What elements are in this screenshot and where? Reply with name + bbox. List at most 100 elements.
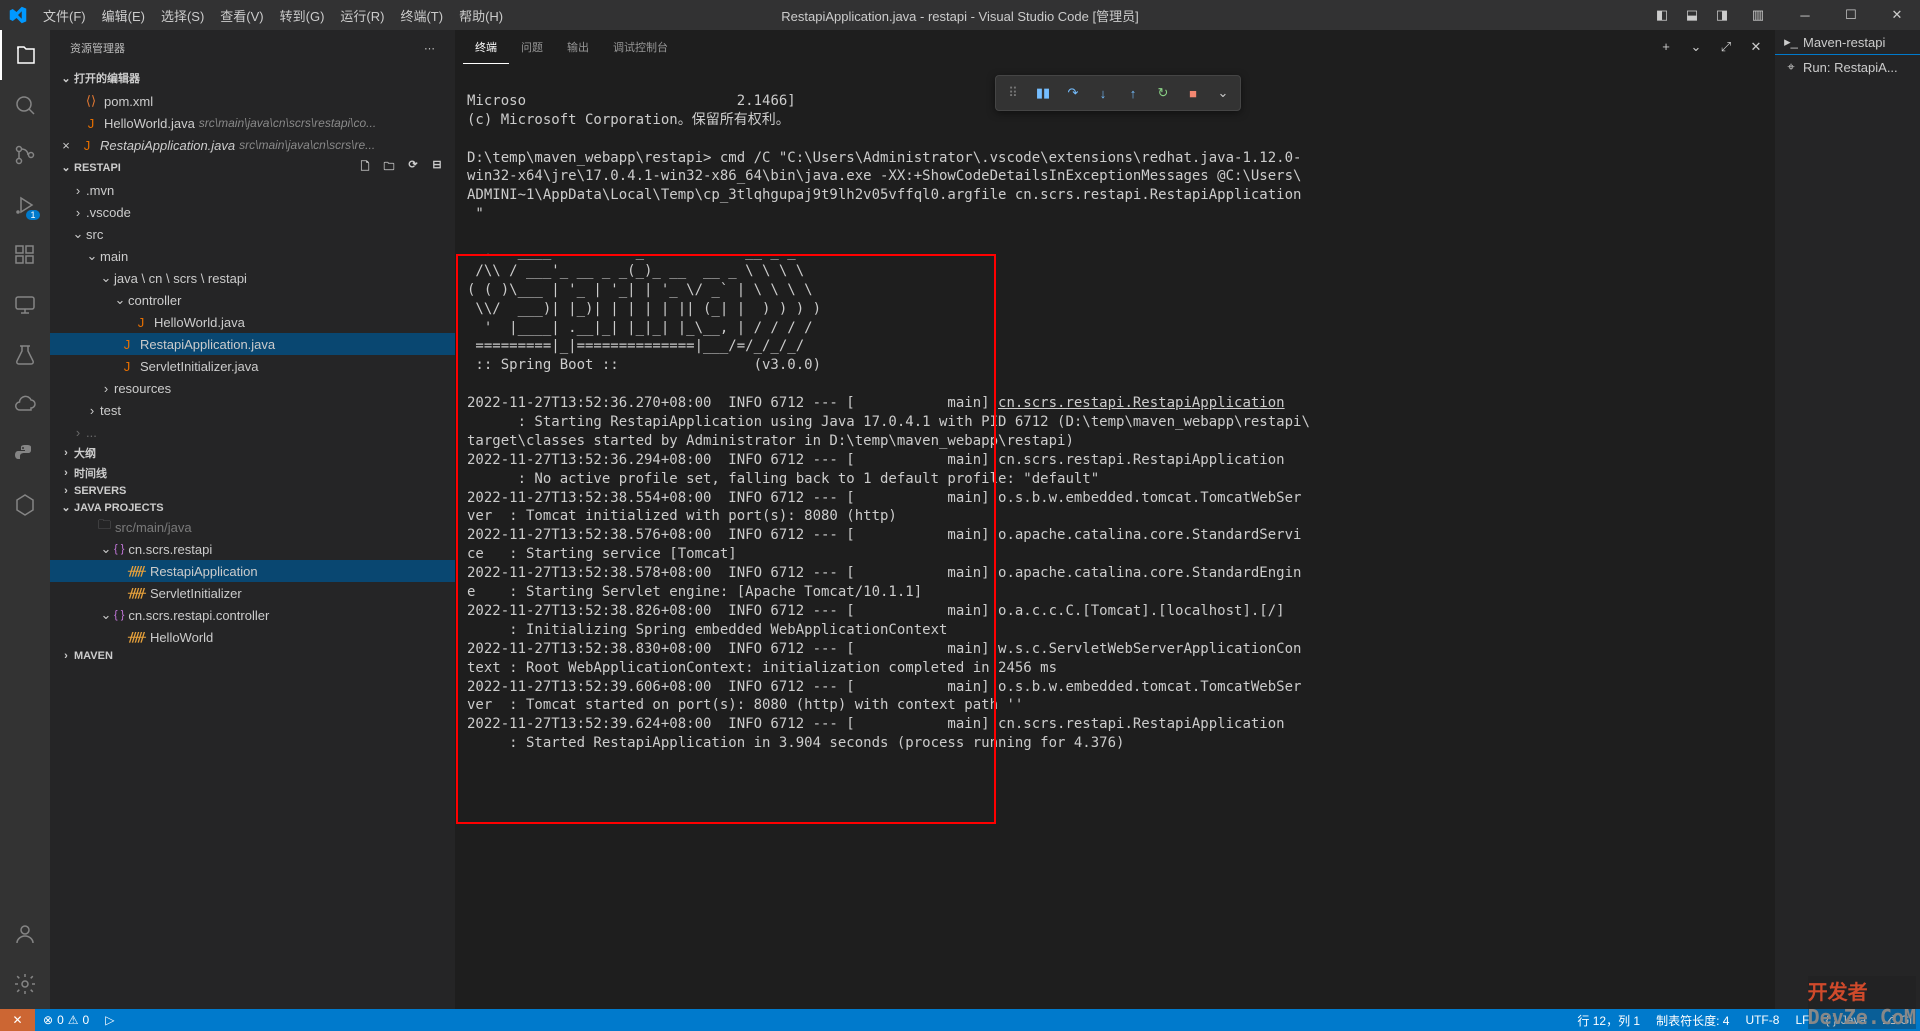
tree-more[interactable]: ›... [50,421,455,443]
pause-icon[interactable]: ▮▮ [1030,80,1056,106]
tree-hello[interactable]: JHelloWorld.java [50,311,455,333]
status-tab-size[interactable]: 制表符长度: 4 [1648,1012,1737,1029]
tab-problems[interactable]: 问题 [509,31,555,63]
tree-resources[interactable]: ›resources [50,377,455,399]
tree-src[interactable]: ⌄src [50,223,455,245]
chevron-down-icon: ⌄ [58,501,74,514]
tree-test[interactable]: ›test [50,399,455,421]
chevron-right-icon: › [70,205,86,220]
new-folder-icon[interactable]: 🗀 [379,158,399,177]
activity-scm[interactable] [0,130,50,180]
restart-icon[interactable]: ↻ [1150,80,1176,106]
tree-main[interactable]: ⌄main [50,245,455,267]
jp-pkg2[interactable]: ⌄{ }cn.scrs.restapi.controller [50,604,455,626]
new-file-icon[interactable]: 🗋 [355,158,375,177]
jp-cls3[interactable]: ᚏHelloWorld [50,626,455,648]
debug-dropdown-icon[interactable]: ⌄ [1210,80,1236,106]
status-remote-icon[interactable]: ✕ [0,1009,35,1031]
open-editor-restapi[interactable]: ×JRestapiApplication.javasrc\main\java\c… [50,134,455,156]
terminal-list: ▸_Maven-restapi ⌖Run: RestapiA... [1775,30,1920,1009]
jp-cls2[interactable]: ᚏServletInitializer [50,582,455,604]
layout-left-icon[interactable]: ◧ [1648,0,1676,30]
maximize-button[interactable]: ☐ [1828,0,1874,30]
section-java-projects[interactable]: ⌄JAVA PROJECTS [50,499,455,516]
jp-cls1[interactable]: ᚏRestapiApplication [50,560,455,582]
jp-folder[interactable]: 🗀src/main/java [50,516,455,538]
jp-pkg1[interactable]: ⌄{ }cn.scrs.restapi [50,538,455,560]
vscode-icon [0,0,35,30]
activity-settings[interactable] [0,959,50,1009]
drag-handle-icon[interactable]: ⠿ [1000,80,1026,106]
watermark: 开发者DevZe.CoM [1808,976,1916,1029]
activity-testing[interactable] [0,330,50,380]
collapse-icon[interactable]: ⊟ [427,158,447,177]
section-timeline[interactable]: ›时间线 [50,463,455,483]
refresh-icon[interactable]: ⟳ [403,158,423,177]
layout-bottom-icon[interactable]: ⬓ [1678,0,1706,30]
close-panel-icon[interactable]: ✕ [1745,39,1767,55]
activity-search[interactable] [0,80,50,130]
close-icon[interactable]: × [58,138,74,153]
section-servers[interactable]: ›SERVERS [50,483,455,499]
minimize-button[interactable]: ─ [1782,0,1828,30]
window-title: RestapiApplication.java - restapi - Visu… [781,6,1138,25]
status-errors[interactable]: ⊗0⚠0 [35,1013,97,1027]
section-project[interactable]: ⌄RESTAPI 🗋 🗀 ⟳ ⊟ [50,156,455,179]
activity-remote[interactable] [0,280,50,330]
menu-help[interactable]: 帮助(H) [451,0,511,30]
class-icon: ᚏ [128,629,146,645]
close-button[interactable]: ✕ [1874,0,1920,30]
tree-app[interactable]: JRestapiApplication.java [50,333,455,355]
layout-right-icon[interactable]: ◨ [1708,0,1736,30]
activity-cloud[interactable] [0,380,50,430]
activity-explorer[interactable] [0,30,50,80]
section-open-editors[interactable]: ⌄打开的编辑器 [50,66,455,90]
status-cursor[interactable]: 行 12，列 1 [1569,1012,1648,1029]
activity-hexagon[interactable] [0,480,50,530]
link-restapi-app[interactable]: cn.scrs.restapi.RestapiApplication [998,395,1285,411]
tree-controller[interactable]: ⌄controller [50,289,455,311]
tab-output[interactable]: 输出 [555,31,601,63]
menu-selection[interactable]: 选择(S) [153,0,212,30]
step-into-icon[interactable]: ↓ [1090,80,1116,106]
tree-pkg[interactable]: ⌄java \ cn \ scrs \ restapi [50,267,455,289]
section-maven[interactable]: ›MAVEN [50,648,455,664]
chevron-down-icon: ⌄ [84,248,100,264]
status-debug-start[interactable]: ▷ [97,1013,122,1027]
menu-go[interactable]: 转到(G) [272,0,333,30]
more-icon[interactable]: ⋯ [424,42,435,55]
tree-servlet[interactable]: JServletInitializer.java [50,355,455,377]
stop-icon[interactable]: ■ [1180,80,1206,106]
activity-python[interactable] [0,430,50,480]
terminal-maven[interactable]: ▸_Maven-restapi [1775,30,1920,54]
menu-terminal[interactable]: 终端(T) [392,0,451,30]
tab-terminal[interactable]: 终端 [463,31,509,64]
open-editor-pom[interactable]: ⟨⟩pom.xml [50,90,455,112]
terminal-run[interactable]: ⌖Run: RestapiA... [1775,54,1920,79]
menu-view[interactable]: 查看(V) [212,0,271,30]
activity-debug[interactable]: 1 [0,180,50,230]
section-outline[interactable]: ›大纲 [50,443,455,463]
menu-edit[interactable]: 编辑(E) [94,0,153,30]
activity-account[interactable] [0,909,50,959]
status-encoding[interactable]: UTF-8 [1737,1013,1787,1027]
tree-vscode[interactable]: ›.vscode [50,201,455,223]
java-icon: J [82,116,100,131]
menu-run[interactable]: 运行(R) [332,0,392,30]
chevron-down-icon: ⌄ [58,161,74,174]
terminal-dropdown-icon[interactable]: ⌄ [1685,39,1707,55]
chevron-down-icon: ⌄ [98,270,114,286]
java-icon: J [78,138,96,153]
layout-custom-icon[interactable]: ▥ [1744,0,1772,30]
menu-file[interactable]: 文件(F) [35,0,94,30]
maximize-panel-icon[interactable]: ⤢ [1715,39,1737,55]
class-icon: ᚏ [128,563,146,579]
terminal[interactable]: Microso 2.1466] (c) Microsoft Corporatio… [455,65,1775,1009]
step-out-icon[interactable]: ↑ [1120,80,1146,106]
tree-mvn[interactable]: ›.mvn [50,179,455,201]
activity-extensions[interactable] [0,230,50,280]
open-editor-hello[interactable]: JHelloWorld.javasrc\main\java\cn\scrs\re… [50,112,455,134]
new-terminal-icon[interactable]: + [1655,39,1677,55]
tab-debug-console[interactable]: 调试控制台 [601,31,680,63]
step-over-icon[interactable]: ↷ [1060,80,1086,106]
